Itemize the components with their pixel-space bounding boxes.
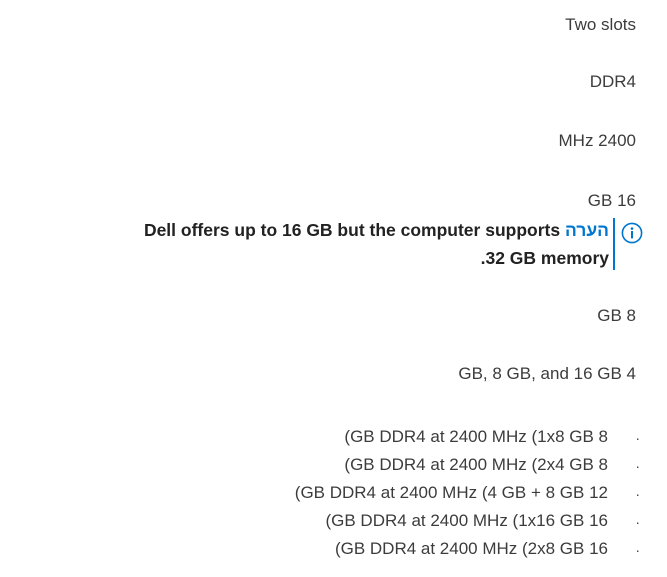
memory-maximum-value: GB 16 bbox=[587, 191, 636, 210]
configuration-text: (GB DDR4 at 2400 MHz (1x16 GB 16 bbox=[325, 511, 608, 530]
bullet-icon: · bbox=[635, 458, 640, 474]
list-item: (GB DDR4 at 2400 MHz (2x4 GB 8 · bbox=[0, 451, 667, 479]
note-label: הערה bbox=[564, 220, 609, 240]
configuration-text: (GB DDR4 at 2400 MHz (2x4 GB 8 bbox=[344, 455, 608, 474]
memory-configurations-list: (GB DDR4 at 2400 MHz (1x8 GB 8 · (GB DDR… bbox=[0, 423, 667, 563]
configuration-text: (GB DDR4 at 2400 MHz (4 GB + 8 GB 12 bbox=[294, 483, 608, 502]
memory-note: Dell offers up to 16 GB but the computer… bbox=[3, 216, 643, 276]
note-line-2: .32 GB memory bbox=[480, 248, 609, 268]
memory-speed-value: MHz 2400 bbox=[558, 131, 636, 150]
memory-type-value: DDR4 bbox=[589, 72, 636, 91]
note-divider bbox=[613, 218, 615, 270]
info-icon bbox=[621, 222, 643, 244]
note-text: Dell offers up to 16 GB but the computer… bbox=[0, 216, 609, 272]
memory-slots-value: Two slots bbox=[565, 15, 636, 34]
bullet-icon: · bbox=[635, 514, 640, 530]
memory-options-value: GB, 8 GB, and 16 GB 4 bbox=[458, 364, 636, 383]
configuration-text: (GB DDR4 at 2400 MHz (2x8 GB 16 bbox=[334, 539, 608, 558]
list-item: (GB DDR4 at 2400 MHz (1x16 GB 16 · bbox=[0, 507, 667, 535]
memory-minimum-value: GB 8 bbox=[597, 306, 636, 325]
list-item: (GB DDR4 at 2400 MHz (4 GB + 8 GB 12 · bbox=[0, 479, 667, 507]
configuration-text: (GB DDR4 at 2400 MHz (1x8 GB 8 bbox=[344, 427, 608, 446]
bullet-icon: · bbox=[635, 430, 640, 446]
note-body: Dell offers up to 16 GB but the computer… bbox=[143, 220, 561, 240]
list-item: (GB DDR4 at 2400 MHz (2x8 GB 16 · bbox=[0, 535, 667, 563]
note-line-1: Dell offers up to 16 GB but the computer… bbox=[0, 216, 609, 244]
list-item: (GB DDR4 at 2400 MHz (1x8 GB 8 · bbox=[0, 423, 667, 451]
bullet-icon: · bbox=[635, 542, 640, 558]
bullet-icon: · bbox=[635, 486, 640, 502]
